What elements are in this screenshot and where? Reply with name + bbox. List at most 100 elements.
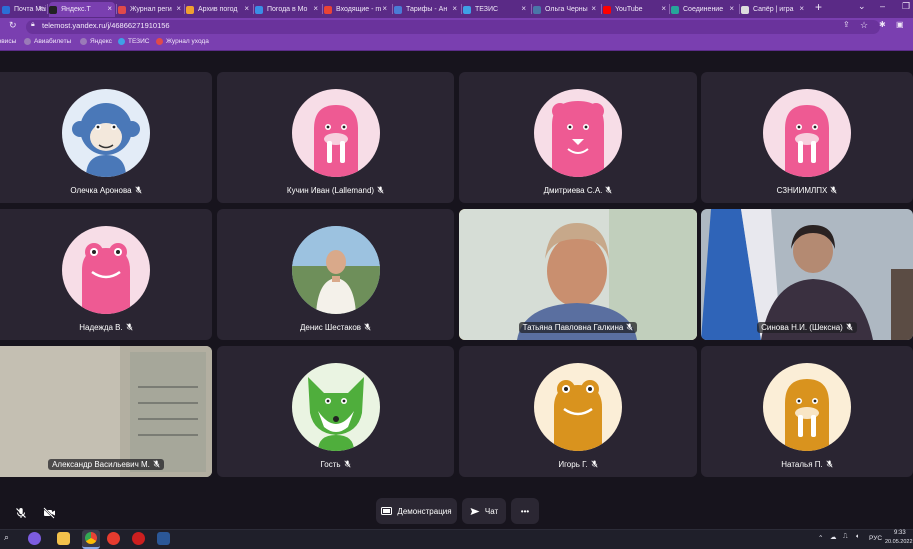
- tab-close-icon[interactable]: ×: [176, 4, 181, 13]
- tab-favicon-icon: [533, 5, 541, 14]
- participant-name-plate: Игорь Г.: [459, 460, 697, 469]
- mic-off-button[interactable]: [10, 500, 32, 526]
- browser-tab[interactable]: Погода в Мо ×: [255, 2, 321, 17]
- yandex-browser-icon[interactable]: [107, 532, 120, 545]
- browser-tab[interactable]: Сапёр | игра ×: [741, 2, 807, 17]
- browser-tab[interactable]: Яндекс.Т ×: [49, 2, 115, 17]
- tab-close-icon[interactable]: ×: [799, 4, 804, 13]
- participant-tile[interactable]: Игорь Г.: [459, 346, 697, 477]
- bookmark-item[interactable]: Яндекс: [80, 38, 112, 45]
- tab-title: Погода в Мо: [267, 6, 308, 13]
- clock-time[interactable]: 9:33: [894, 530, 906, 536]
- participant-tile[interactable]: Кучин Иван (Lallemand): [217, 72, 454, 203]
- chrome-taskbar-button[interactable]: [82, 530, 100, 549]
- tab-title: YouTube: [615, 6, 643, 13]
- tab-favicon-icon: [671, 5, 679, 14]
- clock-date[interactable]: 20.05.2022: [885, 539, 913, 545]
- bookmark-item[interactable]: ТЕЗИС: [118, 38, 149, 45]
- bookmark-item[interactable]: Авиабилеты: [24, 38, 71, 45]
- mic-off-icon: [153, 460, 160, 468]
- browser-tab[interactable]: Журнал реги ×: [118, 2, 184, 17]
- tab-search-icon[interactable]: ⌄: [858, 1, 866, 12]
- walrus-icon: [763, 89, 851, 177]
- screen-share-button[interactable]: Демонстрация: [376, 498, 457, 524]
- tab-close-icon[interactable]: ×: [382, 4, 387, 13]
- participant-name: Денис Шестаков: [299, 323, 362, 332]
- tab-separator: [461, 4, 462, 14]
- bookmark-label: ТЕЗИС: [128, 38, 150, 45]
- chat-icon: [470, 507, 480, 515]
- tab-close-icon[interactable]: ×: [729, 4, 734, 13]
- url-text[interactable]: telemost.yandex.ru/j/46866271910156: [42, 21, 170, 30]
- browser-tab[interactable]: ТЕЗИС ×: [463, 2, 529, 17]
- participant-name-plate: Гость: [217, 460, 454, 469]
- browser-tab[interactable]: YouTube ×: [603, 2, 669, 17]
- participant-tile[interactable]: Дмитриева С.А.: [459, 72, 697, 203]
- opera-icon[interactable]: [132, 532, 145, 545]
- browser-tab[interactable]: Почта Mail.ru×: [2, 2, 46, 17]
- volume-icon[interactable]: 🔈︎: [856, 533, 860, 541]
- tab-close-icon[interactable]: ×: [38, 4, 43, 13]
- side-panel-icon[interactable]: ▣: [896, 20, 904, 29]
- maximize-icon[interactable]: ❐: [902, 1, 910, 12]
- bookmark-favicon-icon: [156, 38, 163, 45]
- search-icon[interactable]: ⌕: [4, 532, 9, 543]
- browser-tab[interactable]: Соединение ×: [671, 2, 737, 17]
- word-icon[interactable]: [157, 532, 170, 545]
- participant-name-plate: Наталья П.: [701, 460, 913, 469]
- reload-icon[interactable]: ↻: [9, 20, 17, 31]
- bookmark-favicon-icon: [80, 38, 87, 45]
- participant-name: Татьяна Павловна Галкина: [522, 323, 624, 332]
- camera-off-icon: [42, 507, 55, 519]
- browser-tab[interactable]: Ольга Черны ×: [533, 2, 599, 17]
- participant-name-plate: СЗНИИМЛПХ: [701, 186, 913, 195]
- tab-close-icon[interactable]: ×: [591, 4, 596, 13]
- participant-tile[interactable]: Синова Н.И. (Шексна): [701, 209, 913, 340]
- onedrive-icon[interactable]: ☁: [830, 533, 837, 541]
- new-tab-button[interactable]: +: [815, 0, 822, 14]
- language-indicator[interactable]: РУС: [869, 535, 882, 542]
- tab-close-icon[interactable]: ×: [521, 4, 526, 13]
- chat-button[interactable]: Чат: [462, 498, 506, 524]
- participant-tile[interactable]: Гость: [217, 346, 454, 477]
- share-icon[interactable]: ⇪: [843, 20, 850, 29]
- tab-separator: [184, 4, 185, 14]
- tab-title: Яндекс.Т: [61, 6, 91, 13]
- network-icon[interactable]: ⎍: [843, 533, 848, 541]
- alice-icon[interactable]: [28, 532, 41, 545]
- participant-tile[interactable]: Наталья П.: [701, 346, 913, 477]
- mic-off-icon: [830, 186, 837, 194]
- participant-tile[interactable]: Татьяна Павловна Галкина: [459, 209, 697, 340]
- tab-close-icon[interactable]: ×: [107, 4, 112, 13]
- participant-name: Александр Васильевич М.: [52, 460, 150, 469]
- tab-close-icon[interactable]: ×: [244, 4, 249, 13]
- file-explorer-icon[interactable]: [57, 532, 70, 545]
- chrome-icon: [85, 532, 97, 544]
- tab-title: Входящие - m: [336, 6, 382, 13]
- browser-tab[interactable]: Архив погод ×: [186, 2, 252, 17]
- bookmark-star-icon[interactable]: ☆: [860, 20, 868, 31]
- bookmark-item[interactable]: Журнал ухода: [156, 38, 209, 45]
- participant-tile[interactable]: СЗНИИМЛПХ: [701, 72, 913, 203]
- monkey-icon: [62, 89, 150, 177]
- lock-icon[interactable]: 🔒︎: [31, 21, 35, 29]
- tab-title: Соединение: [683, 6, 724, 13]
- more-icon: •••: [520, 506, 530, 516]
- browser-tab[interactable]: Входящие - m ×: [324, 2, 390, 17]
- browser-tab[interactable]: Тарифы - Ан ×: [394, 2, 460, 17]
- minimize-icon[interactable]: –: [880, 1, 885, 11]
- extensions-icon[interactable]: ✱: [879, 20, 886, 29]
- camera-off-button[interactable]: [38, 500, 60, 526]
- participant-tile[interactable]: Олечка Аронова: [0, 72, 212, 203]
- participant-tile[interactable]: Александр Васильевич М.: [0, 346, 212, 477]
- tab-close-icon[interactable]: ×: [452, 4, 457, 13]
- tab-close-icon[interactable]: ×: [661, 4, 666, 13]
- screen-share-icon: [381, 506, 393, 515]
- tab-close-icon[interactable]: ×: [313, 4, 318, 13]
- more-button[interactable]: •••: [511, 498, 539, 524]
- bookmark-item[interactable]: ервисы: [0, 38, 16, 45]
- participant-tile[interactable]: Надежда В.: [0, 209, 212, 340]
- tray-chevron-icon[interactable]: ⌃: [818, 534, 823, 542]
- participant-name: Гость: [320, 460, 341, 469]
- participant-tile[interactable]: Денис Шестаков: [217, 209, 454, 340]
